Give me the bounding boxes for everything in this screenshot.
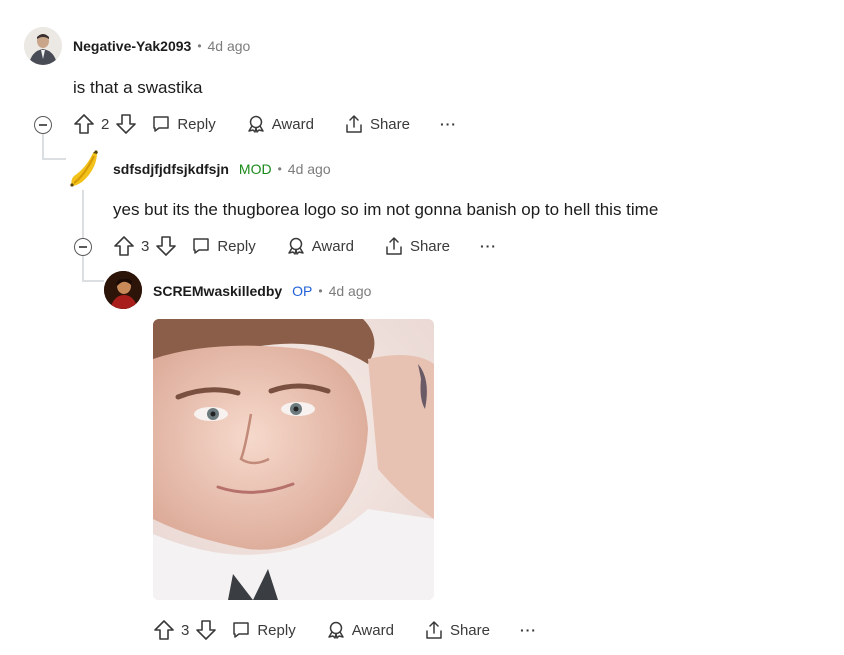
vote-controls: 3 — [113, 235, 177, 257]
vote-count: 3 — [141, 237, 150, 255]
share-button[interactable]: Share — [384, 236, 450, 256]
comment-icon — [151, 114, 171, 134]
upvote-icon[interactable] — [153, 619, 175, 641]
downvote-icon[interactable] — [155, 235, 177, 257]
username[interactable]: sdfsdjfjdfsjkdfsjn — [113, 161, 229, 177]
avatar[interactable] — [104, 271, 142, 309]
username[interactable]: SCREMwaskilledby — [153, 283, 282, 299]
collapse-icon[interactable] — [74, 238, 92, 256]
comment-body: yes but its the thugborea logo so im not… — [113, 200, 659, 219]
thread-line-3-curve — [82, 280, 104, 282]
reply-label: Reply — [177, 115, 216, 133]
reply-button[interactable]: Reply — [151, 114, 216, 134]
comment-icon — [231, 620, 251, 640]
collapse-icon[interactable] — [34, 116, 52, 134]
timestamp[interactable]: 4d ago — [208, 38, 251, 54]
comment-image[interactable] — [153, 319, 434, 600]
avatar[interactable] — [24, 27, 62, 65]
more-options-icon[interactable]: ··· — [440, 116, 457, 132]
thread-line-2 — [82, 190, 84, 238]
avatar[interactable] — [66, 150, 104, 188]
award-button[interactable]: Award — [326, 620, 394, 640]
share-label: Share — [369, 115, 410, 133]
downvote-icon[interactable] — [195, 619, 217, 641]
vote-controls: 2 — [73, 113, 137, 135]
award-icon — [326, 620, 346, 640]
username[interactable]: Negative-Yak2093 — [73, 38, 191, 54]
reply-label: Reply — [257, 621, 296, 639]
share-button[interactable]: Share — [424, 620, 490, 640]
thread-line-1-curve — [42, 158, 66, 160]
award-label: Award — [311, 237, 354, 255]
reply-button[interactable]: Reply — [231, 620, 296, 640]
award-icon — [286, 236, 306, 256]
comment-body: is that a swastika — [73, 78, 203, 97]
share-button[interactable]: Share — [344, 114, 410, 134]
award-button[interactable]: Award — [286, 236, 354, 256]
award-button[interactable]: Award — [246, 114, 314, 134]
share-icon — [424, 620, 444, 640]
upvote-icon[interactable] — [113, 235, 135, 257]
award-label: Award — [351, 621, 394, 639]
mod-badge: MOD — [238, 161, 272, 177]
timestamp[interactable]: 4d ago — [288, 161, 331, 177]
vote-count: 3 — [181, 621, 190, 639]
separator: • — [318, 284, 323, 298]
thread-line-3 — [82, 256, 84, 282]
comment-actions: 3 Reply Award Share ··· — [113, 235, 497, 257]
share-icon — [344, 114, 364, 134]
share-label: Share — [449, 621, 490, 639]
more-options-icon[interactable]: ··· — [480, 238, 497, 254]
downvote-icon[interactable] — [115, 113, 137, 135]
upvote-icon[interactable] — [73, 113, 95, 135]
award-label: Award — [271, 115, 314, 133]
thread-line-1 — [42, 134, 44, 160]
reply-label: Reply — [217, 237, 256, 255]
comment-meta: SCREMwaskilledby OP • 4d ago — [153, 283, 371, 299]
comment-actions: 3 Reply Award Share ··· — [153, 619, 537, 641]
vote-count: 2 — [101, 115, 110, 133]
share-icon — [384, 236, 404, 256]
separator: • — [277, 162, 282, 176]
reply-button[interactable]: Reply — [191, 236, 256, 256]
comment-meta: Negative-Yak2093 • 4d ago — [73, 38, 250, 54]
comment-meta: sdfsdjfjdfsjkdfsjn MOD • 4d ago — [113, 161, 331, 177]
comment-actions: 2 Reply Award Share ··· — [73, 113, 457, 135]
separator: • — [197, 39, 202, 53]
vote-controls: 3 — [153, 619, 217, 641]
award-icon — [246, 114, 266, 134]
share-label: Share — [409, 237, 450, 255]
timestamp[interactable]: 4d ago — [329, 283, 372, 299]
op-badge: OP — [292, 283, 313, 299]
comment-icon — [191, 236, 211, 256]
more-options-icon[interactable]: ··· — [520, 622, 537, 638]
